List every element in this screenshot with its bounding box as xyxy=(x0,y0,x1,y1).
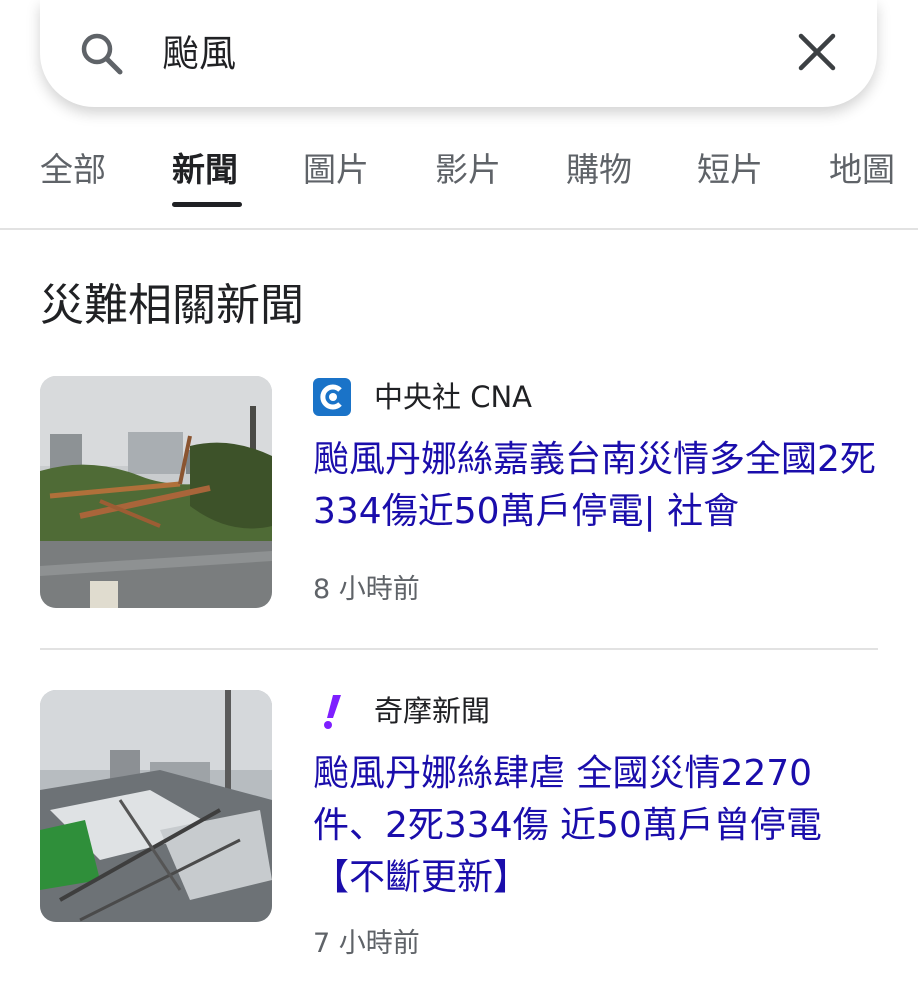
article-headline[interactable]: 颱風丹娜絲嘉義台南災情多全國2死334傷近50萬戶停電| 社會 xyxy=(313,434,883,538)
news-card[interactable]: 奇摩新聞 颱風丹娜絲肆虐 全國災情2270件、2死334傷 近50萬戶曾停電【不… xyxy=(40,690,878,970)
tab-images[interactable]: 圖片 xyxy=(303,150,369,190)
tab-videos[interactable]: 影片 xyxy=(435,150,501,190)
article-thumbnail[interactable] xyxy=(40,690,272,922)
article-thumbnail[interactable] xyxy=(40,376,272,608)
cna-logo-icon xyxy=(313,378,351,416)
close-icon[interactable] xyxy=(795,30,839,74)
search-bar[interactable]: 颱風 xyxy=(40,0,877,107)
search-icon[interactable] xyxy=(76,28,128,80)
search-tabs: 全部 新聞 圖片 影片 購物 短片 地圖 xyxy=(0,138,918,228)
tab-all[interactable]: 全部 xyxy=(40,150,106,190)
article-headline[interactable]: 颱風丹娜絲肆虐 全國災情2270件、2死334傷 近50萬戶曾停電【不斷更新】 xyxy=(313,748,883,904)
tab-news[interactable]: 新聞 xyxy=(172,150,238,190)
yahoo-exclamation-icon xyxy=(324,695,341,729)
news-search-results: 颱風 全部 新聞 圖片 影片 購物 短片 地圖 災難相關新聞 中央社 CNA 颱… xyxy=(0,0,918,1000)
news-card[interactable]: 中央社 CNA 颱風丹娜絲嘉義台南災情多全國2死334傷近50萬戶停電| 社會 … xyxy=(40,376,878,616)
tab-shorts[interactable]: 短片 xyxy=(697,150,763,190)
tabs-divider xyxy=(0,228,918,230)
article-time: 7 小時前 xyxy=(313,928,420,959)
article-time: 8 小時前 xyxy=(313,574,420,605)
article-divider xyxy=(40,648,878,650)
active-tab-indicator xyxy=(172,202,242,207)
source-name: 奇摩新聞 xyxy=(374,694,491,728)
search-input[interactable]: 颱風 xyxy=(162,28,236,80)
tab-shopping[interactable]: 購物 xyxy=(566,150,632,190)
tab-maps[interactable]: 地圖 xyxy=(829,150,895,190)
source-name: 中央社 CNA xyxy=(374,380,532,414)
section-title: 災難相關新聞 xyxy=(40,280,304,331)
